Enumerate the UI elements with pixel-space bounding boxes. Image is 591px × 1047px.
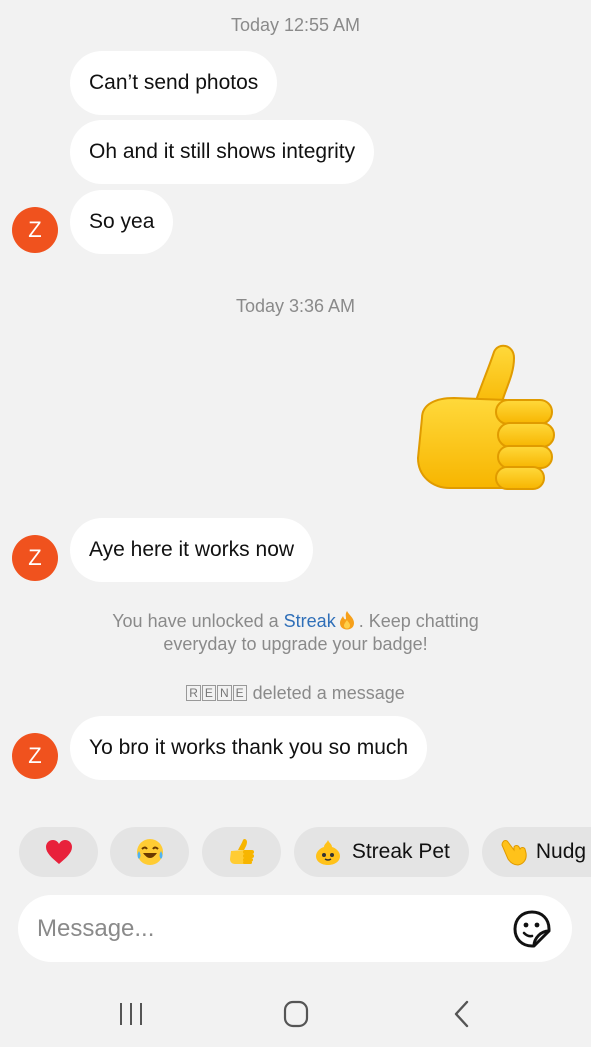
thumbs-up-icon (229, 839, 254, 865)
red-heart-icon (45, 840, 72, 865)
thumbs-up-sticker[interactable] (410, 340, 560, 495)
chip-label: Nudg (535, 840, 587, 863)
message-bubble[interactable]: Can’t send photos (70, 51, 278, 115)
timestamp: Today 3:36 AM (235, 296, 356, 316)
name-letter: R (186, 685, 201, 701)
name-letter: E (201, 685, 216, 701)
pointing-hand-icon (501, 840, 527, 866)
quick-reply-streak-pet[interactable]: Streak Pet (294, 827, 469, 877)
deleted-message-notice: RENE deleted a message (0, 682, 591, 705)
streak-pet-icon (316, 840, 340, 866)
streak-notice: You have unlocked a Streak . Keep chattin… (0, 610, 591, 656)
streak-notice-text: everyday to upgrade your badge! (163, 634, 428, 654)
name-letter: E (232, 685, 247, 701)
streak-notice-text: You have unlocked a (112, 611, 284, 631)
message-composer (18, 895, 572, 962)
quick-reply-heart[interactable] (19, 827, 98, 877)
chip-label: Streak Pet (351, 840, 450, 863)
recents-icon[interactable] (111, 994, 151, 1034)
back-icon[interactable] (442, 994, 482, 1034)
fire-icon (339, 611, 354, 630)
streak-notice-text: . Keep chatting (358, 611, 479, 631)
timestamp: Today 12:55 AM (230, 15, 361, 35)
streak-link[interactable]: Streak (284, 611, 336, 631)
quick-reply-laugh[interactable] (110, 827, 189, 877)
quick-reply-thumbs-up[interactable] (202, 827, 281, 877)
name-letter: N (216, 685, 232, 701)
message-input[interactable] (37, 895, 497, 962)
home-icon[interactable] (276, 994, 316, 1034)
quick-reply-nudge[interactable]: Nudg (482, 827, 591, 877)
deleted-text: deleted a message (252, 683, 405, 703)
sticker-icon[interactable] (512, 909, 552, 949)
tears-of-joy-icon (136, 839, 163, 866)
message-bubble[interactable]: Yo bro it works thank you so much (70, 716, 428, 780)
message-bubble[interactable]: Oh and it still shows integrity (70, 120, 375, 184)
avatar[interactable]: Z (12, 733, 58, 779)
message-bubble[interactable]: So yea (70, 190, 174, 254)
message-bubble[interactable]: Aye here it works now (70, 518, 314, 582)
navigation-bar (0, 980, 591, 1047)
avatar[interactable]: Z (12, 207, 58, 253)
avatar[interactable]: Z (12, 535, 58, 581)
